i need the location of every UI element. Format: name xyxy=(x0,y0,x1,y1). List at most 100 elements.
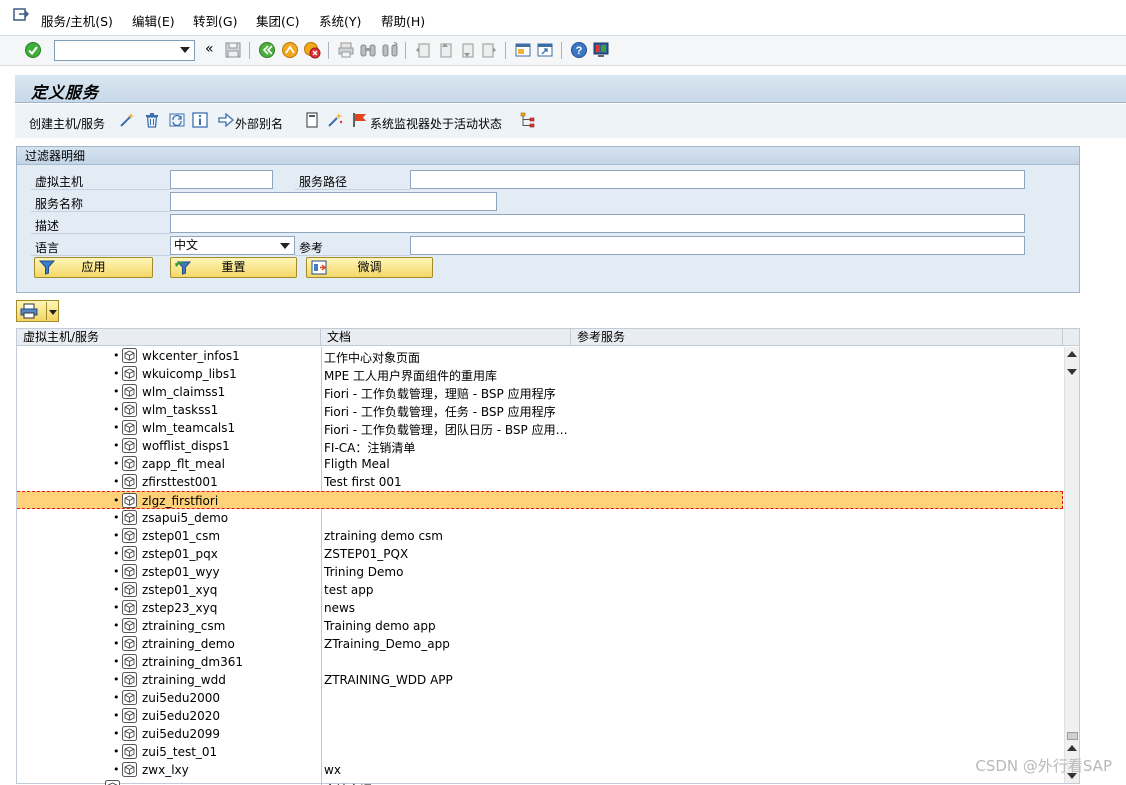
scrollbar-thumb[interactable] xyxy=(1067,732,1078,740)
service-name[interactable]: ztraining_demo xyxy=(142,637,235,651)
service-node-icon[interactable] xyxy=(122,744,137,759)
print-icon[interactable] xyxy=(337,41,355,59)
next-page-icon[interactable] xyxy=(458,41,476,59)
first-page-icon[interactable] xyxy=(414,41,432,59)
service-node-icon[interactable] xyxy=(122,528,137,543)
service-node-icon[interactable] xyxy=(122,600,137,615)
menu-goto[interactable]: 转到(G) xyxy=(193,11,237,30)
table-row[interactable]: •ztraining_wddZTRAINING_WDD APP xyxy=(17,671,1063,689)
service-name[interactable]: wlm_taskss1 xyxy=(142,403,218,417)
virtual-host-input[interactable] xyxy=(170,170,273,189)
find-next-icon[interactable] xyxy=(381,41,399,59)
service-name[interactable]: zlgz_firstfiori xyxy=(142,494,218,508)
service-node-icon[interactable] xyxy=(122,366,137,381)
service-node-icon[interactable] xyxy=(122,582,137,597)
table-row[interactable]: •wkcenter_infos1工作中心对象页面 xyxy=(17,347,1063,365)
find-icon[interactable] xyxy=(359,41,377,59)
scroll-down-icon[interactable] xyxy=(1067,369,1077,375)
system-monitor-active-button[interactable]: 系统监视器处于活动状态 xyxy=(370,115,502,132)
service-name[interactable]: zui5_test_01 xyxy=(142,745,217,759)
service-node-icon[interactable] xyxy=(122,438,137,453)
information-icon[interactable] xyxy=(192,112,208,128)
last-page-icon[interactable] xyxy=(480,41,498,59)
service-name[interactable]: zstep23_xyq xyxy=(142,601,217,615)
command-dropdown-icon[interactable] xyxy=(180,47,190,53)
service-name[interactable]: zsapui5_demo xyxy=(142,511,228,525)
menu-help[interactable]: 帮助(H) xyxy=(381,11,425,30)
service-node-icon[interactable] xyxy=(122,618,137,633)
service-node-icon[interactable] xyxy=(122,726,137,741)
service-name[interactable]: ztraining_wdd xyxy=(142,673,226,687)
menu-system[interactable]: 系统(Y) xyxy=(319,11,361,30)
table-row[interactable]: •zstep01_pqxZSTEP01_PQX xyxy=(17,545,1063,563)
service-node-icon[interactable] xyxy=(122,546,137,561)
service-node-icon[interactable] xyxy=(122,420,137,435)
enter-check-icon[interactable] xyxy=(24,41,42,59)
service-node-icon[interactable] xyxy=(122,348,137,363)
save-icon[interactable] xyxy=(224,41,242,59)
print-list-button[interactable] xyxy=(16,300,59,322)
back-icon[interactable] xyxy=(258,41,276,59)
service-name[interactable]: wofflist_disps1 xyxy=(142,439,230,453)
menu-edit[interactable]: 编辑(E) xyxy=(132,11,175,30)
table-row[interactable]: •zstep01_xyqtest app xyxy=(17,581,1063,599)
previous-page-icon[interactable] xyxy=(436,41,454,59)
language-dropdown-icon[interactable] xyxy=(280,243,290,249)
service-node-icon[interactable] xyxy=(122,708,137,723)
refresh-icon[interactable] xyxy=(169,112,185,128)
customize-layout-icon[interactable] xyxy=(592,41,610,59)
service-node-icon[interactable] xyxy=(122,564,137,579)
table-row[interactable]: •wkuicomp_libs1MPE 工人用户界面组件的重用库 xyxy=(17,365,1063,383)
table-row[interactable]: •wlm_taskss1Fiori - 工作负载管理，任务 - BSP 应用程序 xyxy=(17,401,1063,419)
service-name[interactable]: wkcenter_infos1 xyxy=(142,349,240,363)
scroll-up-icon[interactable] xyxy=(1067,351,1077,357)
exit-icon[interactable] xyxy=(281,41,299,59)
column-header-virtual-host[interactable]: 虚拟主机/服务 xyxy=(17,329,321,346)
table-row-selected[interactable]: •zlgz_firstfiori xyxy=(17,491,1063,509)
description-input[interactable] xyxy=(170,214,1025,233)
command-field[interactable] xyxy=(54,40,195,61)
service-name[interactable]: wlm_teamcals1 xyxy=(142,421,235,435)
table-row[interactable]: •zstep23_xyqnews xyxy=(17,599,1063,617)
language-select[interactable]: 中文 xyxy=(170,236,295,255)
service-node-icon[interactable] xyxy=(122,402,137,417)
menu-window-icon[interactable] xyxy=(13,8,29,22)
cancel-icon[interactable] xyxy=(303,41,321,59)
table-row[interactable]: •wofflist_disps1FI-CA：注销清单 xyxy=(17,437,1063,455)
table-row[interactable]: •zui5edu2000 xyxy=(17,689,1063,707)
service-node-icon[interactable] xyxy=(122,654,137,669)
service-node-icon[interactable] xyxy=(122,474,137,489)
service-name[interactable]: zfirsttest001 xyxy=(142,475,218,489)
table-row[interactable]: •wlm_teamcals1Fiori - 工作负载管理，团队日历 - BSP … xyxy=(17,419,1063,437)
reference-input[interactable] xyxy=(410,236,1025,255)
help-icon[interactable]: ? xyxy=(570,41,588,59)
service-node-icon[interactable] xyxy=(122,672,137,687)
service-name[interactable]: zapp_flt_meal xyxy=(142,457,225,471)
table-row[interactable]: •ztraining_dm361 xyxy=(17,653,1063,671)
table-row[interactable]: •zsapui5_demo xyxy=(17,509,1063,527)
wand-sparkle-icon[interactable] xyxy=(327,112,343,128)
scroll-page-up-icon[interactable] xyxy=(1067,745,1077,751)
service-node-icon[interactable] xyxy=(122,636,137,651)
service-name[interactable]: zstep01_xyq xyxy=(142,583,217,597)
service-node-icon[interactable] xyxy=(122,493,137,508)
vertical-scrollbar[interactable] xyxy=(1064,347,1079,783)
service-node-icon[interactable] xyxy=(122,510,137,525)
external-alias-button[interactable]: 外部别名 xyxy=(235,115,283,132)
table-row[interactable]: •zstep01_csmztraining demo csm xyxy=(17,527,1063,545)
menu-client[interactable]: 集团(C) xyxy=(256,11,299,30)
hierarchy-tree-icon[interactable] xyxy=(520,112,536,128)
service-name[interactable]: wkuicomp_libs1 xyxy=(142,367,237,381)
delete-trash-icon[interactable] xyxy=(144,112,160,128)
reset-button[interactable]: 重置 xyxy=(170,257,297,278)
service-node-icon[interactable] xyxy=(122,456,137,471)
service-name[interactable]: zui5edu2000 xyxy=(142,691,220,705)
service-node-icon[interactable] xyxy=(122,384,137,399)
service-name[interactable]: zstep01_csm xyxy=(142,529,220,543)
service-name[interactable]: ztraining_dm361 xyxy=(142,655,243,669)
column-header-reference-service[interactable]: 参考服务 xyxy=(571,329,1063,346)
service-name-input[interactable] xyxy=(170,192,497,211)
service-name[interactable]: zwx_lxy xyxy=(142,763,189,777)
create-shortcut-icon[interactable] xyxy=(536,41,554,59)
apply-button[interactable]: 应用 xyxy=(34,257,153,278)
